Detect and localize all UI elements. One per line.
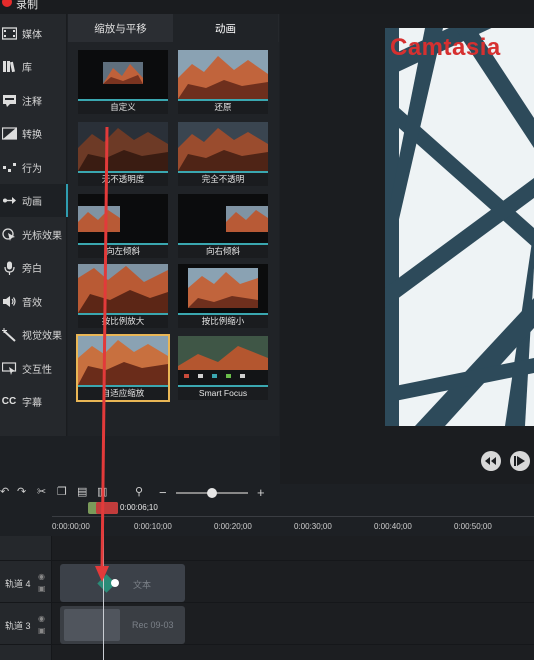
camtasia-window: 录制 媒体 库 注释 转换 行为 动画 光标效果 旁白 音效 视觉效果 交互性 … <box>0 0 534 660</box>
annotation-arrow <box>95 126 109 582</box>
